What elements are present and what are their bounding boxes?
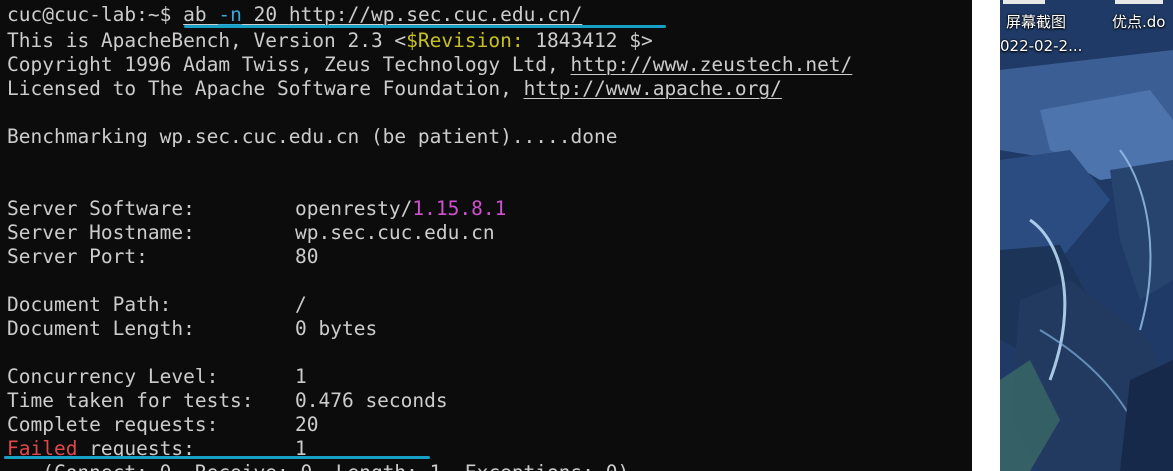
- server-hostname-value: wp.sec.cuc.edu.cn: [295, 221, 495, 244]
- desktop-icon-doc-label[interactable]: 优点.do: [1112, 12, 1165, 32]
- server-hostname-row: Server Hostname: wp.sec.cuc.edu.cn: [7, 221, 495, 244]
- command-count: 20: [253, 3, 278, 26]
- server-port-value: 80: [295, 245, 319, 268]
- desktop-wallpaper: 屏幕截图 022-02-2... 优点.do: [1000, 0, 1173, 471]
- annotation-underline-command: [184, 25, 666, 28]
- server-software-value: openresty/1.15.8.1: [295, 197, 507, 220]
- apache-link[interactable]: http://www.apache.org/: [524, 77, 782, 100]
- server-software-label: Server Software:: [7, 197, 195, 220]
- command-flag: -n: [218, 3, 242, 26]
- concurrency-value: 1: [295, 365, 307, 388]
- window-gap: [972, 0, 1000, 471]
- benchmarking-line: Benchmarking wp.sec.cuc.edu.cn (be patie…: [7, 125, 618, 148]
- icon-thumb-screenshot: [1003, 0, 1045, 4]
- command-program: ab: [183, 3, 207, 26]
- document-length-value: 0 bytes: [295, 317, 378, 340]
- terminal-window[interactable]: cuc@cuc-lab:~$ ab -n 20 http://wp.sec.cu…: [0, 0, 972, 471]
- prompt: cuc@cuc-lab:~$: [7, 3, 184, 26]
- complete-requests-value: 20: [295, 413, 319, 436]
- failure-details-row: (Connect: 0, Receive: 0, Length: 1, Exce…: [7, 461, 629, 471]
- server-software-row: Server Software: openresty/1.15.8.1: [7, 197, 506, 221]
- time-taken-value: 0.476 seconds: [295, 389, 448, 412]
- version-line: This is ApacheBench, Version 2.3 <$Revis…: [7, 29, 653, 52]
- desktop-icon-screenshot-label[interactable]: 屏幕截图: [1006, 12, 1066, 32]
- annotation-underline-failed: [4, 456, 430, 459]
- desktop-icon-screenshot-sublabel[interactable]: 022-02-2...: [1000, 36, 1082, 56]
- time-taken-row: Time taken for tests: 0.476 seconds: [7, 389, 448, 412]
- zeustech-link[interactable]: http://www.zeustech.net/: [571, 53, 853, 76]
- concurrency-row: Concurrency Level: 1: [7, 365, 307, 388]
- complete-requests-row: Complete requests: 20: [7, 413, 319, 436]
- icon-thumb-doc: [1115, 0, 1163, 4]
- server-port-row: Server Port: 80: [7, 245, 319, 268]
- document-path-value: /: [295, 293, 307, 316]
- command-url[interactable]: http://wp.sec.cuc.edu.cn/: [289, 3, 583, 26]
- document-length-row: Document Length: 0 bytes: [7, 317, 378, 340]
- wallpaper-art: [1000, 0, 1173, 471]
- copyright-line: Copyright 1996 Adam Twiss, Zeus Technolo…: [7, 53, 853, 76]
- revision-label: $Revision:: [406, 29, 524, 52]
- document-path-row: Document Path: /: [7, 293, 307, 316]
- command-line: cuc@cuc-lab:~$ ab -n 20 http://wp.sec.cu…: [7, 3, 582, 27]
- license-line: Licensed to The Apache Software Foundati…: [7, 77, 782, 100]
